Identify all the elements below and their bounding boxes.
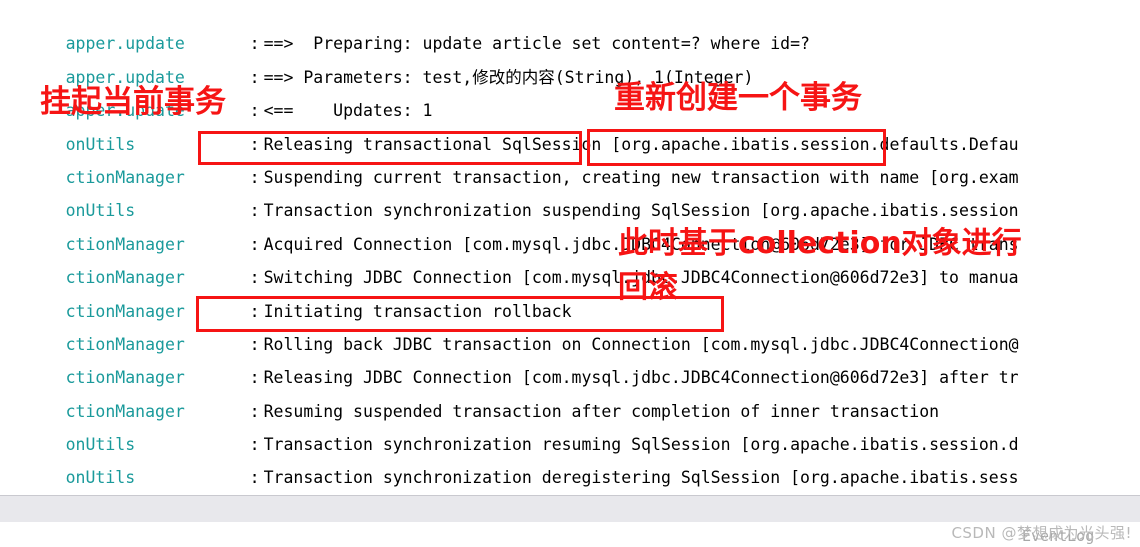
log-line[interactable]: ctionManager: Acquired Connection [com.my… [0,194,1140,254]
log-console[interactable]: apper.update: ==> Preparing: update artic… [0,0,1140,547]
log-line[interactable]: onUtils: Transaction synchronization susp… [0,161,1140,220]
log-line[interactable]: ctionManager: Switching JDBC Connection [… [0,228,1140,287]
log-line[interactable]: onUtils: Releasing transactional SqlSessi… [0,94,1140,154]
log-line[interactable]: ctionManager: Resuming suspended transact… [0,361,1140,421]
log-line[interactable]: ctionManager: Rolling back JDBC transacti… [0,295,1140,354]
log-line[interactable]: apper.update: ==> Parameters: test,修改的内容(… [0,27,1140,87]
log-line[interactable]: apper.update: <== Updates: 1 [0,61,1140,120]
log-line[interactable]: onUtils: Transaction synchronization resu… [0,395,1140,454]
log-line[interactable]: ctionManager: Initiating transaction roll… [0,261,1140,321]
csdn-watermark: CSDN @梦想成为光头强! [951,524,1132,542]
log-line[interactable]: apper.update: ==> Preparing: update artic… [0,0,1140,53]
log-line[interactable]: ctionManager: Suspending current transact… [0,128,1140,187]
log-line[interactable]: onUtils: Transaction synchronization dere… [0,428,1140,487]
screenshot-root: apper.update: ==> Preparing: update artic… [0,0,1140,547]
log-line[interactable]: onUtils:Transaction synchronization clos… [0,461,1140,521]
log-line[interactable]: ctionManager: Releasing JDBC Connection [… [0,328,1140,387]
